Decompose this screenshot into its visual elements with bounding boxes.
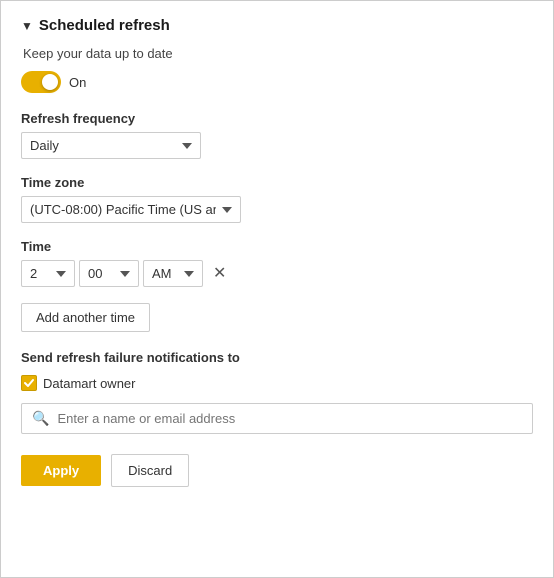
notifications-group: Send refresh failure notifications to Da… xyxy=(21,350,533,434)
notification-label: Send refresh failure notifications to xyxy=(21,350,533,365)
action-row: Apply Discard xyxy=(21,454,533,487)
scheduled-refresh-panel: ▼ Scheduled refresh Keep your data up to… xyxy=(0,0,554,578)
email-search-input[interactable] xyxy=(57,411,522,426)
datamart-owner-label: Datamart owner xyxy=(43,376,135,391)
time-label: Time xyxy=(21,239,533,254)
toggle-thumb xyxy=(42,74,58,90)
datamart-owner-checkbox[interactable] xyxy=(21,375,37,391)
toggle-row: On xyxy=(21,71,533,93)
toggle-label: On xyxy=(69,75,86,90)
section-header: ▼ Scheduled refresh xyxy=(21,17,533,34)
refresh-frequency-label: Refresh frequency xyxy=(21,111,533,126)
section-title: Scheduled refresh xyxy=(39,17,170,34)
time-group: Time 1 2 3 4 5 6 7 8 9 10 11 12 00 15 30… xyxy=(21,239,533,287)
time-row: 1 2 3 4 5 6 7 8 9 10 11 12 00 15 30 45 A… xyxy=(21,260,533,287)
search-icon: 🔍 xyxy=(32,410,49,427)
ampm-select[interactable]: AM PM xyxy=(143,260,203,287)
time-zone-select[interactable]: (UTC-08:00) Pacific Time (US an... xyxy=(21,196,241,223)
minute-select[interactable]: 00 15 30 45 xyxy=(79,260,139,287)
subtitle: Keep your data up to date xyxy=(23,46,533,61)
discard-button[interactable]: Discard xyxy=(111,454,189,487)
add-another-time-button[interactable]: Add another time xyxy=(21,303,150,332)
refresh-frequency-select[interactable]: Daily Weekly xyxy=(21,132,201,159)
checkbox-row: Datamart owner xyxy=(21,375,533,391)
time-zone-label: Time zone xyxy=(21,175,533,190)
email-search-wrapper[interactable]: 🔍 xyxy=(21,403,533,434)
apply-button[interactable]: Apply xyxy=(21,455,101,486)
hour-select[interactable]: 1 2 3 4 5 6 7 8 9 10 11 12 xyxy=(21,260,75,287)
time-zone-group: Time zone (UTC-08:00) Pacific Time (US a… xyxy=(21,175,533,223)
toggle-switch[interactable] xyxy=(21,71,61,93)
remove-time-button[interactable]: ✕ xyxy=(207,264,232,284)
refresh-frequency-group: Refresh frequency Daily Weekly xyxy=(21,111,533,159)
collapse-arrow-icon[interactable]: ▼ xyxy=(21,19,33,33)
